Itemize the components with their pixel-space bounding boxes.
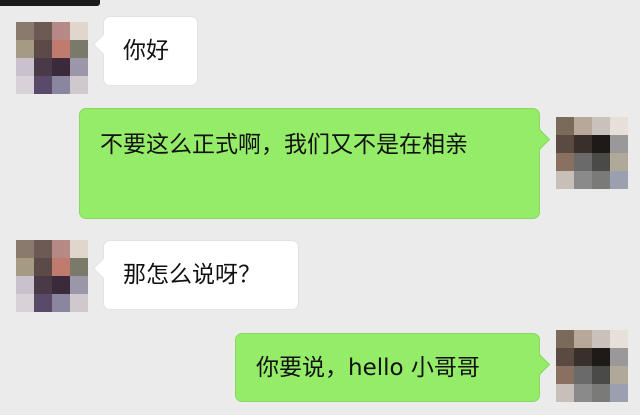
avatar-pixel <box>592 171 610 189</box>
avatar-pixel <box>574 348 592 366</box>
avatar-pixel <box>16 240 34 258</box>
avatar-pixel <box>70 240 88 258</box>
avatar-pixel <box>16 258 34 276</box>
avatar-pixel <box>70 22 88 40</box>
avatar-pixel <box>70 58 88 76</box>
avatar-pixel <box>610 330 628 348</box>
avatar-pixel <box>52 76 70 94</box>
avatar-pixel <box>556 366 574 384</box>
friend-avatar[interactable] <box>16 240 88 312</box>
avatar-pixel <box>592 366 610 384</box>
avatar-pixel <box>592 330 610 348</box>
avatar-pixel <box>34 40 52 58</box>
avatar-pixel <box>34 240 52 258</box>
avatar-pixel <box>592 117 610 135</box>
avatar-pixel <box>34 76 52 94</box>
avatar-pixel <box>34 276 52 294</box>
avatar-pixel <box>574 330 592 348</box>
avatar-pixel <box>52 276 70 294</box>
outgoing-message-bubble[interactable]: 你要说，hello 小哥哥 <box>235 333 551 402</box>
bubble-tail <box>528 128 551 151</box>
avatar-pixel <box>592 153 610 171</box>
avatar-pixel <box>574 135 592 153</box>
avatar-pixel <box>34 22 52 40</box>
avatar-pixel <box>592 348 610 366</box>
avatar-pixel <box>52 58 70 76</box>
my-avatar[interactable] <box>556 330 628 402</box>
avatar-pixel <box>610 348 628 366</box>
avatar-pixel <box>16 40 34 58</box>
avatar-pixel <box>52 40 70 58</box>
avatar-pixel <box>610 153 628 171</box>
avatar-pixel <box>556 153 574 171</box>
avatar-pixel <box>16 58 34 76</box>
avatar-pixel <box>574 366 592 384</box>
avatar-pixel <box>574 153 592 171</box>
avatar-pixel <box>574 384 592 402</box>
avatar-pixel <box>556 348 574 366</box>
avatar-pixel <box>52 22 70 40</box>
avatar-pixel <box>574 117 592 135</box>
avatar-pixel <box>556 384 574 402</box>
avatar-pixel <box>592 135 610 153</box>
avatar-pixel <box>610 117 628 135</box>
top-edge-bar <box>0 0 100 6</box>
bubble-tail <box>92 257 115 280</box>
incoming-message-bubble[interactable]: 那怎么说呀？ <box>92 240 299 310</box>
avatar-pixel <box>70 40 88 58</box>
message-text: 不要这么正式啊，我们又不是在相亲 <box>100 132 468 158</box>
message-text: 那怎么说呀？ <box>123 262 261 288</box>
message-text: 你要说，hello 小哥哥 <box>256 355 480 381</box>
avatar-pixel <box>556 171 574 189</box>
avatar-pixel <box>16 276 34 294</box>
avatar-pixel <box>556 135 574 153</box>
avatar-pixel <box>70 76 88 94</box>
avatar-pixel <box>610 135 628 153</box>
incoming-message-bubble[interactable]: 你好 <box>92 16 198 86</box>
bubble-tail <box>92 33 115 56</box>
avatar-pixel <box>610 171 628 189</box>
avatar-pixel <box>70 258 88 276</box>
avatar-pixel <box>70 294 88 312</box>
avatar-pixel <box>610 366 628 384</box>
avatar-pixel <box>592 384 610 402</box>
avatar-pixel <box>16 76 34 94</box>
outgoing-message-bubble[interactable]: 不要这么正式啊，我们又不是在相亲 <box>79 108 551 219</box>
friend-avatar[interactable] <box>16 22 88 94</box>
avatar-pixel <box>34 258 52 276</box>
avatar-pixel <box>556 117 574 135</box>
avatar-pixel <box>34 294 52 312</box>
avatar-pixel <box>556 330 574 348</box>
avatar-pixel <box>52 258 70 276</box>
avatar-pixel <box>16 294 34 312</box>
avatar-pixel <box>34 58 52 76</box>
avatar-pixel <box>16 22 34 40</box>
avatar-pixel <box>610 384 628 402</box>
avatar-pixel <box>52 240 70 258</box>
avatar-pixel <box>52 294 70 312</box>
my-avatar[interactable] <box>556 117 628 189</box>
avatar-pixel <box>574 171 592 189</box>
avatar-pixel <box>70 276 88 294</box>
message-text: 你好 <box>123 38 169 64</box>
